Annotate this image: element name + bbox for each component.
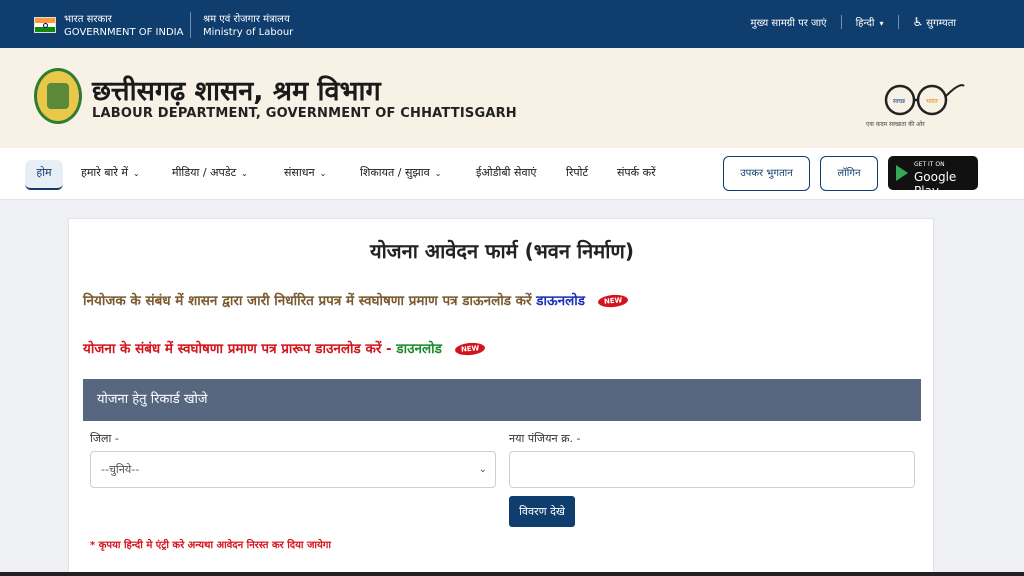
nav-label: संसाधन: [284, 166, 315, 179]
swachh-bharat-logo: स्वच्छ भारत: [884, 84, 965, 116]
gov-utility-links: मुख्य सामग्री पर जाएं हिन्दी ▾ ♿ सुगम्यता: [737, 15, 970, 29]
view-details-button[interactable]: विवरण देखे: [509, 496, 575, 527]
accessibility-label: सुगम्यता: [926, 18, 956, 29]
nav-item-eodb[interactable]: ईओडीबी सेवाएं: [476, 165, 537, 180]
swachh-text-2: भारत: [926, 98, 938, 105]
nav-label: मीडिया / अपडेट: [172, 166, 237, 179]
chhattisgarh-emblem-icon: [34, 68, 82, 124]
new-badge: NEW: [454, 341, 486, 357]
bottom-edge: [0, 572, 1024, 576]
site-title-hindi: छत्तीसगढ़ शासन, श्रम विभाग: [92, 76, 381, 107]
employer-declaration-text: नियोजक के संबंध में शासन द्वारा जारी निर…: [83, 293, 532, 309]
india-flag-icon: [34, 17, 56, 33]
ministry-label: श्रम एवं रोजगार मंत्रालय Ministry of Lab…: [203, 13, 293, 39]
login-button[interactable]: लॉगिन: [820, 156, 878, 191]
chevron-down-icon: ⌄: [241, 169, 248, 178]
main-nav: होम हमारे बारे में ⌄ मीडिया / अपडेट ⌄ संसा…: [0, 148, 1024, 200]
employer-download-link[interactable]: डाऊनलोड: [536, 293, 585, 309]
district-selected-value: --चुनिये--: [101, 463, 140, 476]
nav-item-media[interactable]: मीडिया / अपडेट ⌄: [172, 165, 248, 180]
gov-english: GOVERNMENT OF INDIA: [64, 27, 184, 38]
hindi-entry-note: * कृपया हिन्दी मे एंट्री करे अन्यथा आवेद…: [90, 540, 331, 551]
application-form-card: योजना आवेदन फार्म (भवन निर्माण) नियोजक क…: [68, 218, 934, 576]
nav-label: शिकायत / सुझाव: [360, 166, 430, 179]
site-title-english: LABOUR DEPARTMENT, GOVERNMENT OF CHHATTI…: [92, 106, 517, 121]
cess-payment-button[interactable]: उपकर भुगतान: [723, 156, 810, 191]
registration-label: नया पंजियन क्र. -: [509, 432, 581, 445]
gplay-small-text: GET IT ON: [914, 161, 945, 168]
nav-home[interactable]: होम: [25, 160, 63, 190]
nav-item-resources[interactable]: संसाधन ⌄: [284, 165, 326, 180]
nav-item-report[interactable]: रिपोर्ट: [566, 165, 588, 180]
nav-item-about[interactable]: हमारे बारे में ⌄: [81, 165, 140, 180]
google-play-icon: [896, 165, 908, 181]
district-select[interactable]: --चुनिये-- ⌄: [90, 451, 496, 488]
nav-item-contact[interactable]: संपर्क करें: [617, 165, 656, 180]
accessibility-icon: ♿: [912, 15, 924, 29]
gov-top-bar: भारत सरकार GOVERNMENT OF INDIA श्रम एवं …: [0, 0, 1024, 48]
gplay-big-text: Google Play: [914, 170, 957, 198]
nav-label: हमारे बारे में: [81, 166, 128, 179]
skip-to-content-link[interactable]: मुख्य सामग्री पर जाएं: [737, 15, 841, 29]
ministry-english: Ministry of Labour: [203, 27, 294, 38]
chevron-down-icon: ⌄: [478, 464, 487, 475]
chevron-down-icon: ⌄: [319, 169, 327, 178]
search-panel-heading: योजना हेतु रिकार्ड खोजे: [83, 379, 921, 421]
divider: [190, 12, 191, 38]
accessibility-link[interactable]: ♿ सुगम्यता: [899, 15, 971, 29]
site-header: छत्तीसगढ़ शासन, श्रम विभाग LABOUR DEPART…: [0, 48, 1024, 148]
ministry-hindi: श्रम एवं रोजगार मंत्रालय: [203, 14, 290, 25]
swachh-tagline: एक कदम स्वच्छता की ओर: [866, 121, 925, 128]
chevron-down-icon: ⌄: [434, 169, 442, 178]
nav-item-complaint[interactable]: शिकायत / सुझाव ⌄: [360, 165, 441, 180]
language-selector[interactable]: हिन्दी ▾: [842, 15, 898, 29]
caret-down-icon: ▾: [879, 19, 884, 28]
google-play-button[interactable]: GET IT ON Google Play: [888, 156, 978, 198]
scheme-declaration-line: योजना के संबंध में स्वघोषणा प्रमाण पत्र …: [83, 339, 486, 357]
gov-label: भारत सरकार GOVERNMENT OF INDIA: [64, 13, 183, 39]
new-badge: NEW: [597, 293, 629, 309]
district-label: जिला -: [90, 432, 119, 445]
scheme-download-link[interactable]: डाउनलोड: [396, 341, 441, 357]
page-title: योजना आवेदन फार्म (भवन निर्माण): [369, 239, 635, 263]
chevron-down-icon: ⌄: [132, 169, 140, 178]
gov-hindi: भारत सरकार: [64, 14, 112, 25]
language-label: हिन्दी: [855, 18, 875, 29]
employer-declaration-line: नियोजक के संबंध में शासन द्वारा जारी निर…: [83, 291, 629, 309]
swachh-text-1: स्वच्छ: [893, 98, 906, 105]
registration-number-input[interactable]: [509, 451, 915, 488]
scheme-declaration-text: योजना के संबंध में स्वघोषणा प्रमाण पत्र …: [83, 341, 392, 357]
